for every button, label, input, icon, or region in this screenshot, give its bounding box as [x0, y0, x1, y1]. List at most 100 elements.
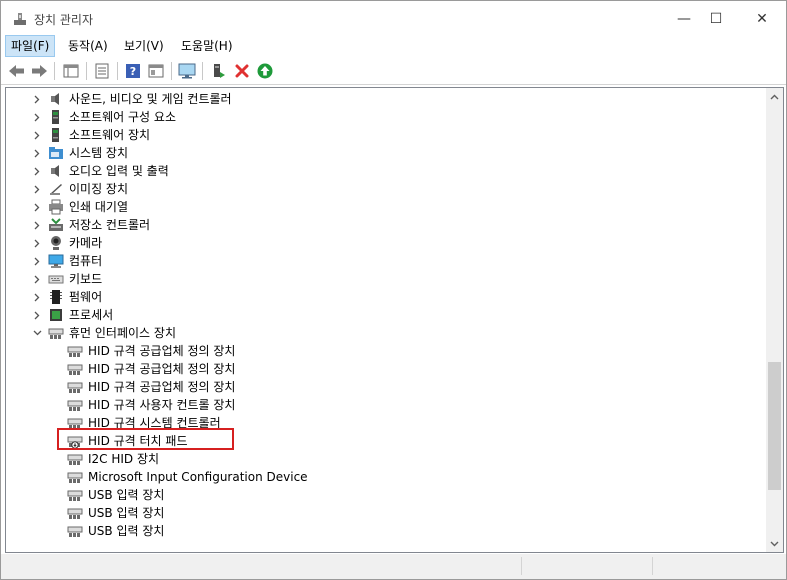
- scroll-up-arrow-icon[interactable]: [766, 88, 783, 105]
- status-cell: [522, 557, 653, 575]
- help-icon[interactable]: ?: [123, 61, 143, 81]
- chevron-right-icon[interactable]: [32, 180, 42, 198]
- tree-category[interactable]: 저장소 컨트롤러: [6, 216, 756, 234]
- chevron-right-icon[interactable]: [32, 234, 42, 252]
- hid-icon: [67, 397, 83, 413]
- hid-icon: [67, 487, 83, 503]
- tree-category[interactable]: 컴퓨터: [6, 252, 756, 270]
- hid-icon: [67, 523, 83, 539]
- tree-category[interactable]: 인쇄 대기열: [6, 198, 756, 216]
- tree-item-label: 카메라: [69, 236, 103, 250]
- tree-item-label: USB 입력 장치: [88, 524, 165, 538]
- tree-category[interactable]: 오디오 입력 및 출력: [6, 162, 756, 180]
- processor-icon: [48, 307, 64, 323]
- tree-category[interactable]: 펌웨어: [6, 288, 756, 306]
- tree-device[interactable]: HID 규격 공급업체 정의 장치: [6, 378, 756, 396]
- properties-icon[interactable]: [92, 61, 112, 81]
- system-folder-icon: [48, 145, 64, 161]
- computer-icon: [48, 253, 64, 269]
- tree-device[interactable]: HID 규격 공급업체 정의 장치: [6, 342, 756, 360]
- scroll-thumb[interactable]: [768, 362, 781, 490]
- scan-hardware-icon[interactable]: [255, 61, 275, 81]
- tree-device[interactable]: USB 입력 장치: [6, 522, 756, 540]
- tree-item-label: 펌웨어: [69, 290, 103, 304]
- toolbar-separator: [202, 62, 203, 80]
- keyboard-icon: [48, 271, 64, 287]
- chevron-right-icon[interactable]: [32, 126, 42, 144]
- tree-device[interactable]: USB 입력 장치: [6, 504, 756, 522]
- software-device-icon: [48, 127, 64, 143]
- chevron-right-icon[interactable]: [32, 306, 42, 324]
- tree-device[interactable]: HID 규격 공급업체 정의 장치: [6, 360, 756, 378]
- tree-item-label: HID 규격 공급업체 정의 장치: [88, 380, 236, 394]
- close-button[interactable]: ✕: [739, 5, 785, 33]
- chevron-right-icon[interactable]: [32, 270, 42, 288]
- hid-icon: [67, 505, 83, 521]
- tree-category[interactable]: 키보드: [6, 270, 756, 288]
- menu-help[interactable]: 도움말(H): [176, 36, 238, 56]
- tree-category[interactable]: 사운드, 비디오 및 게임 컨트롤러: [6, 90, 756, 108]
- tree-device[interactable]: USB 입력 장치: [6, 486, 756, 504]
- chevron-right-icon[interactable]: [32, 162, 42, 180]
- hid-icon: [67, 379, 83, 395]
- tree-category[interactable]: 휴먼 인터페이스 장치: [6, 324, 756, 342]
- menu-action[interactable]: 동작(A): [63, 36, 113, 56]
- tree-item-label: 소프트웨어 구성 요소: [69, 110, 176, 124]
- chevron-right-icon[interactable]: [32, 144, 42, 162]
- uninstall-x-icon[interactable]: [232, 61, 252, 81]
- chevron-right-icon[interactable]: [32, 198, 42, 216]
- tree-item-label: HID 규격 공급업체 정의 장치: [88, 344, 236, 358]
- hid-icon: [67, 469, 83, 485]
- chevron-down-icon[interactable]: [32, 324, 42, 342]
- tree-device[interactable]: I2C HID 장치: [6, 450, 756, 468]
- window-title: 장치 관리자: [34, 13, 94, 27]
- tree-category[interactable]: 카메라: [6, 234, 756, 252]
- speaker-icon: [48, 91, 64, 107]
- console-tree-icon[interactable]: [61, 61, 81, 81]
- toolbar-separator: [54, 62, 55, 80]
- chevron-right-icon[interactable]: [32, 90, 42, 108]
- status-bar: [1, 554, 786, 579]
- tree-item-label: 이미징 장치: [69, 182, 129, 196]
- chevron-right-icon[interactable]: [32, 288, 42, 306]
- toolbar-separator: [117, 62, 118, 80]
- toolbar: ?: [1, 58, 786, 85]
- toolbar-separator: [86, 62, 87, 80]
- tree-item-label: 휴먼 인터페이스 장치: [69, 326, 176, 340]
- imaging-icon: [48, 181, 64, 197]
- camera-icon: [48, 235, 64, 251]
- tree-item-label: 프로세서: [69, 308, 114, 322]
- menu-view[interactable]: 보기(V): [119, 36, 169, 56]
- back-arrow-icon[interactable]: [7, 61, 27, 81]
- tree-category[interactable]: 소프트웨어 구성 요소: [6, 108, 756, 126]
- scroll-down-arrow-icon[interactable]: [766, 535, 783, 552]
- update-driver-icon[interactable]: [208, 61, 228, 81]
- printer-icon: [48, 199, 64, 215]
- device-tree[interactable]: 사운드, 비디오 및 게임 컨트롤러소프트웨어 구성 요소소프트웨어 장치시스템…: [5, 87, 784, 553]
- menu-file[interactable]: 파일(F): [5, 35, 56, 57]
- tree-category[interactable]: 소프트웨어 장치: [6, 126, 756, 144]
- toolbar-separator: [171, 62, 172, 80]
- menu-bar: 파일(F) 동작(A) 보기(V) 도움말(H): [1, 35, 786, 57]
- tree-item-label: 시스템 장치: [69, 146, 129, 160]
- forward-arrow-icon[interactable]: [29, 61, 49, 81]
- chevron-right-icon[interactable]: [32, 108, 42, 126]
- device-manager-app-icon: [12, 11, 28, 27]
- title-bar[interactable]: 장치 관리자 — ☐ ✕: [1, 1, 786, 35]
- tree-category[interactable]: 프로세서: [6, 306, 756, 324]
- hid-icon: [48, 325, 64, 341]
- tree-item-label: 오디오 입력 및 출력: [69, 164, 169, 178]
- vertical-scrollbar[interactable]: [766, 88, 783, 552]
- tree-category[interactable]: 시스템 장치: [6, 144, 756, 162]
- tree-device[interactable]: Microsoft Input Configuration Device: [6, 468, 756, 486]
- chevron-right-icon[interactable]: [32, 216, 42, 234]
- hid-icon: [67, 343, 83, 359]
- tree-item-label: 저장소 컨트롤러: [69, 218, 151, 232]
- tree-device[interactable]: HID 규격 사용자 컨트롤 장치: [6, 396, 756, 414]
- monitor-icon[interactable]: [177, 61, 197, 81]
- chevron-right-icon[interactable]: [32, 252, 42, 270]
- tree-category[interactable]: 이미징 장치: [6, 180, 756, 198]
- firmware-icon: [48, 289, 64, 305]
- maximize-button[interactable]: ☐: [693, 5, 739, 33]
- view-icon[interactable]: [146, 61, 166, 81]
